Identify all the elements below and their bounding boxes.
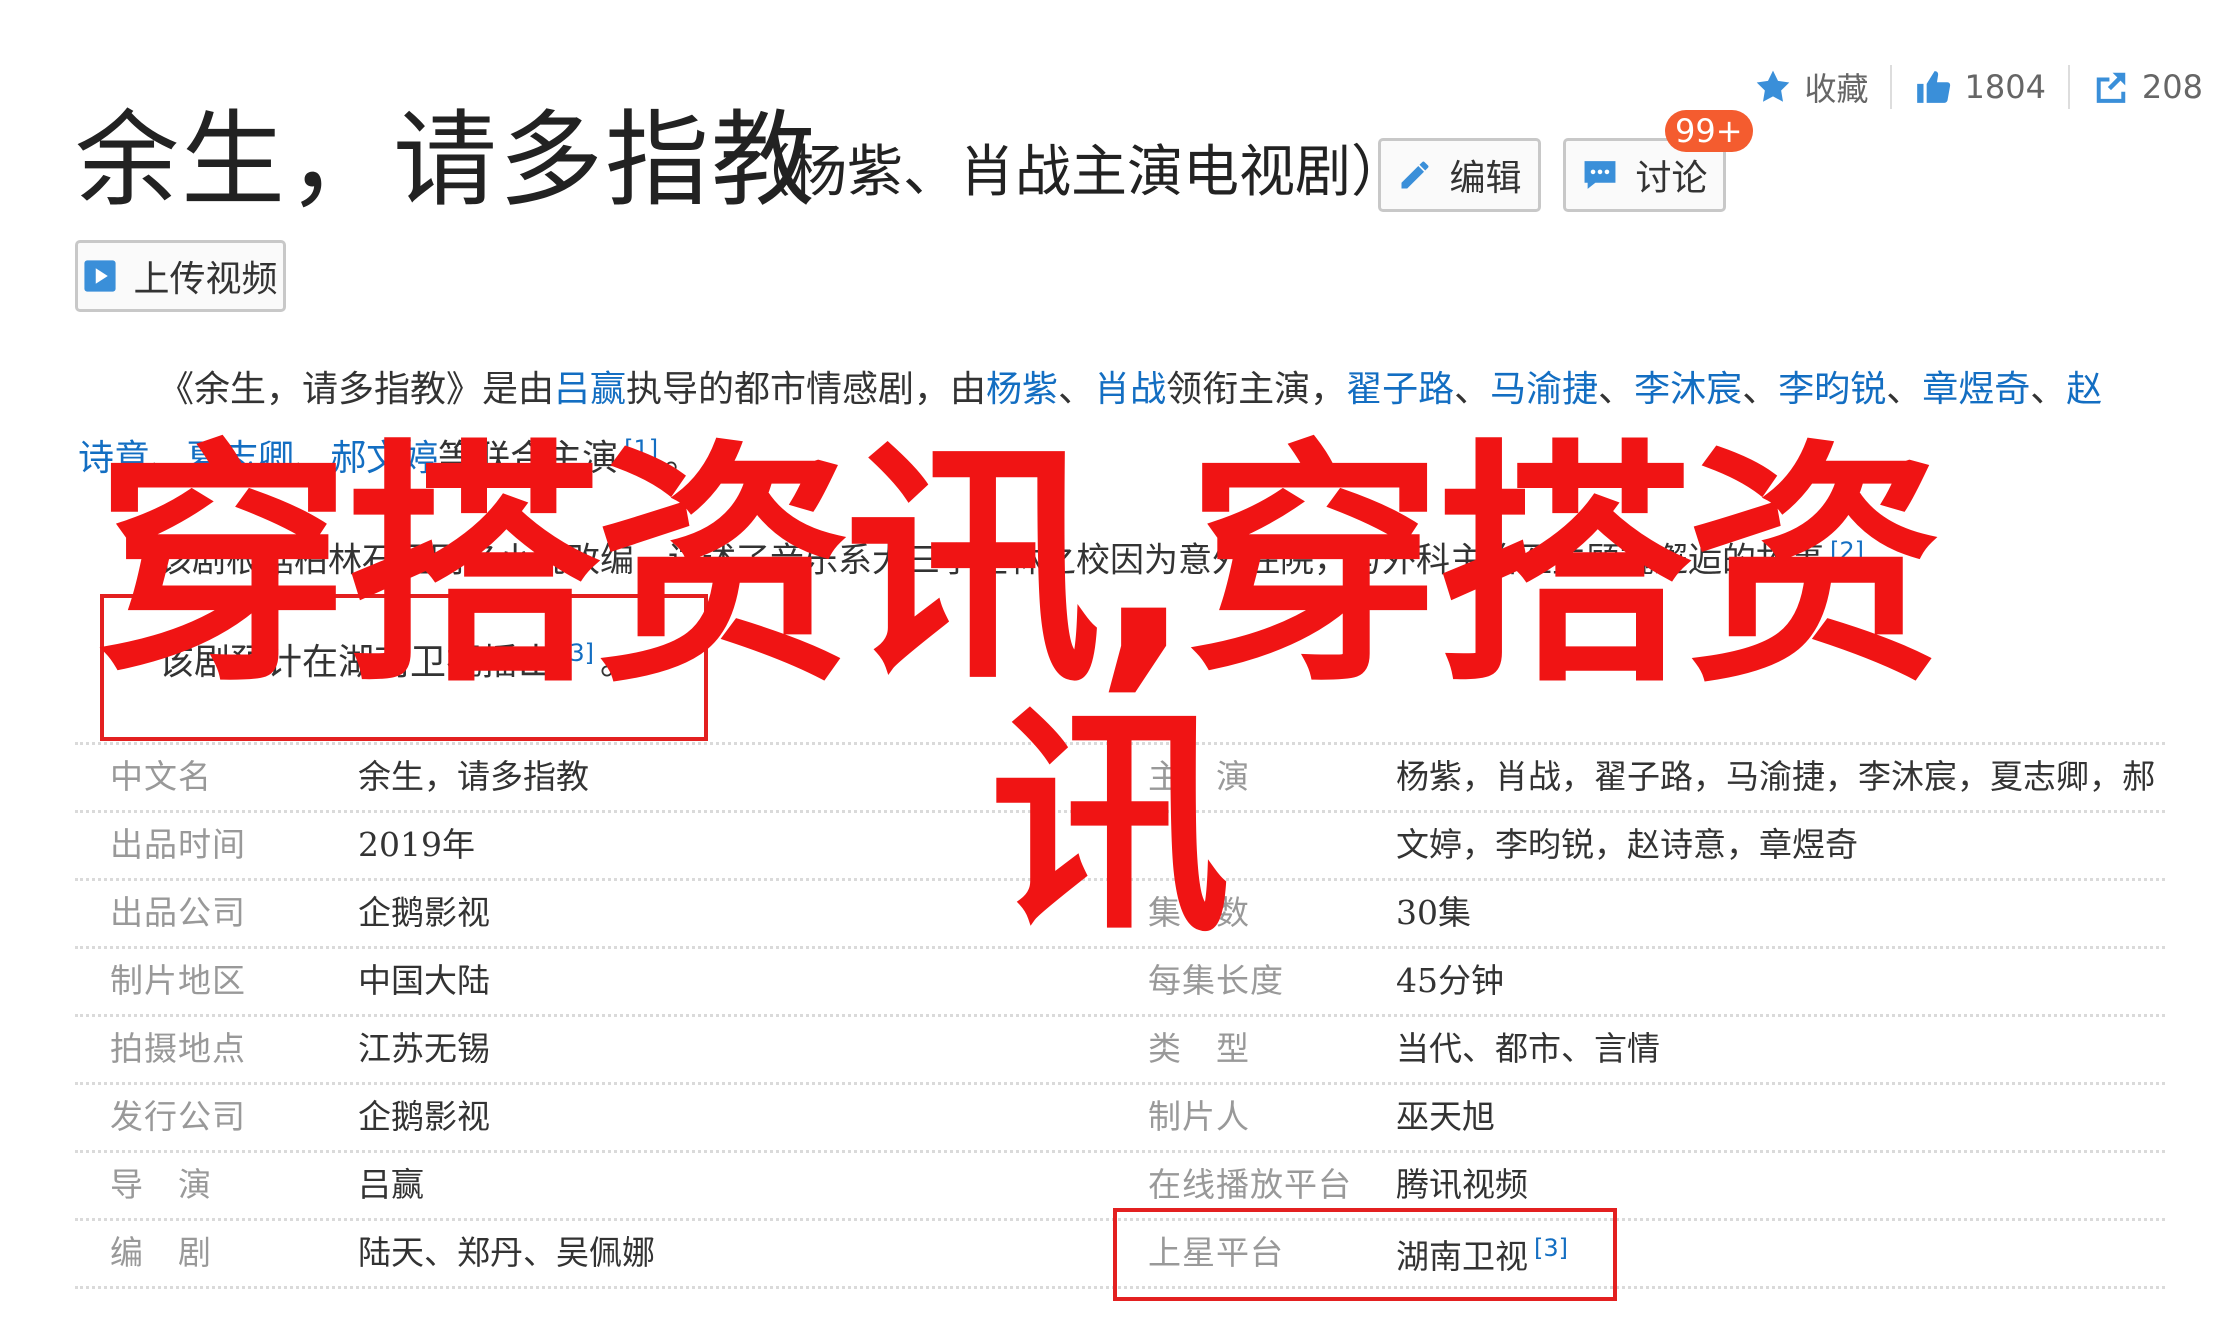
favorite-label: 收藏 xyxy=(1804,70,1869,108)
divider xyxy=(2067,65,2070,109)
share-icon xyxy=(2096,72,2126,103)
info-value: 企鹅影视 xyxy=(358,893,490,932)
link-actor[interactable]: 杨紫 xyxy=(986,369,1058,410)
like-button[interactable]: 1804 xyxy=(1914,68,2046,106)
summary-text: 领衔主演， xyxy=(1166,369,1347,410)
separator: 、 xyxy=(1886,369,1923,410)
discuss-count-badge: 99+ xyxy=(1665,110,1753,152)
info-label: 每集长度 xyxy=(1148,961,1284,1000)
info-label: 拍摄地点 xyxy=(110,1029,246,1068)
info-value: 余生，请多指教 xyxy=(358,757,589,796)
summary-text: 执导的都市情感剧，由 xyxy=(626,369,987,410)
thumbs-up-icon xyxy=(1917,71,1951,103)
star-icon xyxy=(1757,70,1790,102)
info-value: 杨紫，肖战，翟子路，马渝捷，李沐宸，夏志卿，郝 xyxy=(1396,757,2155,796)
separator: 、 xyxy=(1058,369,1095,410)
info-value: 30集 xyxy=(1396,893,1471,932)
row-divider xyxy=(75,1014,2165,1017)
shares-count: 208 xyxy=(2141,68,2203,106)
summary-text: 《余生，请多指教》是由 xyxy=(158,369,555,410)
info-label: 制片地区 xyxy=(110,961,246,1000)
info-label: 制片人 xyxy=(1148,1097,1250,1136)
info-value: 吕赢 xyxy=(358,1165,424,1204)
discuss-label: 讨论 xyxy=(1635,158,1708,199)
stats-bar: 收藏 1804 208 xyxy=(1754,62,2203,112)
page-subtitle: （杨紫、肖战主演电视剧） xyxy=(735,140,1407,205)
separator: 、 xyxy=(1742,369,1779,410)
info-value: 中国大陆 xyxy=(358,961,490,1000)
highlight-box xyxy=(1113,1208,1617,1301)
info-label: 导 演 xyxy=(110,1165,212,1204)
separator: 、 xyxy=(2030,369,2067,410)
info-value: 巫天旭 xyxy=(1396,1097,1495,1136)
watermark-line-2: 讯 xyxy=(990,685,1231,965)
info-label: 出品公司 xyxy=(110,893,246,932)
info-label: 出品时间 xyxy=(110,825,246,864)
link-actor[interactable]: 李沐宸 xyxy=(1634,369,1742,410)
pencil-icon xyxy=(1401,161,1429,189)
edit-label: 编辑 xyxy=(1449,158,1522,199)
watermark-line-1: 穿搭资讯,穿搭资 xyxy=(95,419,1942,717)
info-value: 陆天、郑丹、吴佩娜 xyxy=(358,1233,655,1272)
link-actor[interactable]: 章煜奇 xyxy=(1922,369,2030,410)
favorite-button[interactable]: 收藏 xyxy=(1754,64,1868,110)
info-value: 腾讯视频 xyxy=(1396,1165,1528,1204)
divider xyxy=(1890,65,1893,109)
link-actor[interactable]: 马渝捷 xyxy=(1490,369,1598,410)
upload-video-label: 上传视频 xyxy=(133,259,278,300)
info-value: 2019年 xyxy=(358,825,475,864)
info-label: 中文名 xyxy=(110,757,212,796)
info-label: 在线播放平台 xyxy=(1148,1165,1352,1204)
video-play-icon xyxy=(84,260,117,292)
page-title: 余生，请多指教 xyxy=(75,99,818,221)
chat-icon xyxy=(1585,161,1616,189)
info-label: 发行公司 xyxy=(110,1097,246,1136)
link-actor[interactable]: 李昀锐 xyxy=(1778,369,1886,410)
likes-count: 1804 xyxy=(1964,68,2046,106)
link-director[interactable]: 吕赢 xyxy=(554,369,626,410)
info-value: 江苏无锡 xyxy=(358,1029,490,1068)
info-label: 编 剧 xyxy=(110,1233,212,1272)
info-value: 当代、都市、言情 xyxy=(1396,1029,1660,1068)
row-divider xyxy=(75,1150,2165,1153)
separator: 、 xyxy=(1598,369,1635,410)
row-divider xyxy=(75,1082,2165,1085)
info-value: 文婷，李昀锐，赵诗意，章煜奇 xyxy=(1396,825,1858,864)
info-value: 企鹅影视 xyxy=(358,1097,490,1136)
summary-paragraph-1: 《余生，请多指教》是由吕赢执导的都市情感剧，由杨紫、肖战领衔主演，翟子路、马渝捷… xyxy=(158,372,2102,408)
share-button[interactable]: 208 xyxy=(2092,68,2203,106)
link-actor[interactable]: 赵 xyxy=(2066,369,2102,410)
edit-button[interactable]: 编辑 xyxy=(1378,138,1541,212)
info-label: 类 型 xyxy=(1148,1029,1250,1068)
link-actor[interactable]: 翟子路 xyxy=(1346,369,1454,410)
separator: 、 xyxy=(1454,369,1491,410)
link-actor[interactable]: 肖战 xyxy=(1094,369,1166,410)
upload-video-button[interactable]: 上传视频 xyxy=(75,240,286,312)
info-value: 45分钟 xyxy=(1396,961,1504,1000)
